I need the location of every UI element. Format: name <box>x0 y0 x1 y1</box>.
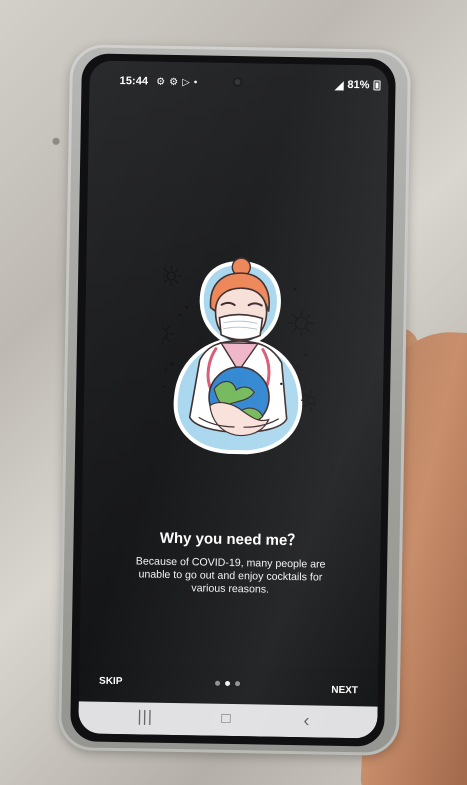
settings-icon: ⚙ <box>169 76 179 88</box>
page-dot-3 <box>235 681 241 687</box>
play-store-icon: ▷ <box>182 76 190 88</box>
phone-photo-scene: 15:44 ⚙ ⚙ ▷ • ◢ 81% Why you need me？ Bec… <box>0 0 467 785</box>
battery-percent: 81% <box>347 78 370 92</box>
onboarding-footer: SKIP NEXT <box>78 663 379 707</box>
skip-button[interactable]: SKIP <box>99 676 123 687</box>
battery-icon <box>373 80 381 91</box>
page-dot-2 <box>225 680 231 686</box>
onboarding-description: Because of COVID-19, many people are una… <box>135 555 326 596</box>
app-screen: 15:44 ⚙ ⚙ ▷ • ◢ 81% Why you need me？ Bec… <box>78 60 389 739</box>
next-button[interactable]: NEXT <box>331 685 358 696</box>
status-time: 15:44 <box>119 74 149 88</box>
settings-icon: ⚙ <box>156 76 166 88</box>
onboarding-illustration <box>145 252 322 460</box>
page-dot-1 <box>215 680 221 686</box>
status-bar: 15:44 ⚙ ⚙ ▷ • ◢ 81% <box>119 73 381 94</box>
recents-button[interactable]: ||| <box>137 708 153 725</box>
front-camera <box>232 76 243 88</box>
page-indicator <box>215 680 241 687</box>
status-icons: ⚙ ⚙ ▷ • <box>156 76 197 88</box>
status-right: ◢ 81% <box>335 78 381 92</box>
phone-device: 15:44 ⚙ ⚙ ▷ • ◢ 81% Why you need me？ Bec… <box>70 53 396 747</box>
home-button[interactable]: □ <box>221 710 230 727</box>
health-worker-globe-illustration <box>145 257 322 455</box>
back-button[interactable]: ‹ <box>303 710 309 730</box>
signal-icon: ◢ <box>334 79 344 92</box>
android-navigation-bar: ||| □ ‹ <box>78 701 378 739</box>
notification-dot-icon: • <box>193 76 198 88</box>
onboarding-title: Why you need me？ <box>159 529 303 550</box>
